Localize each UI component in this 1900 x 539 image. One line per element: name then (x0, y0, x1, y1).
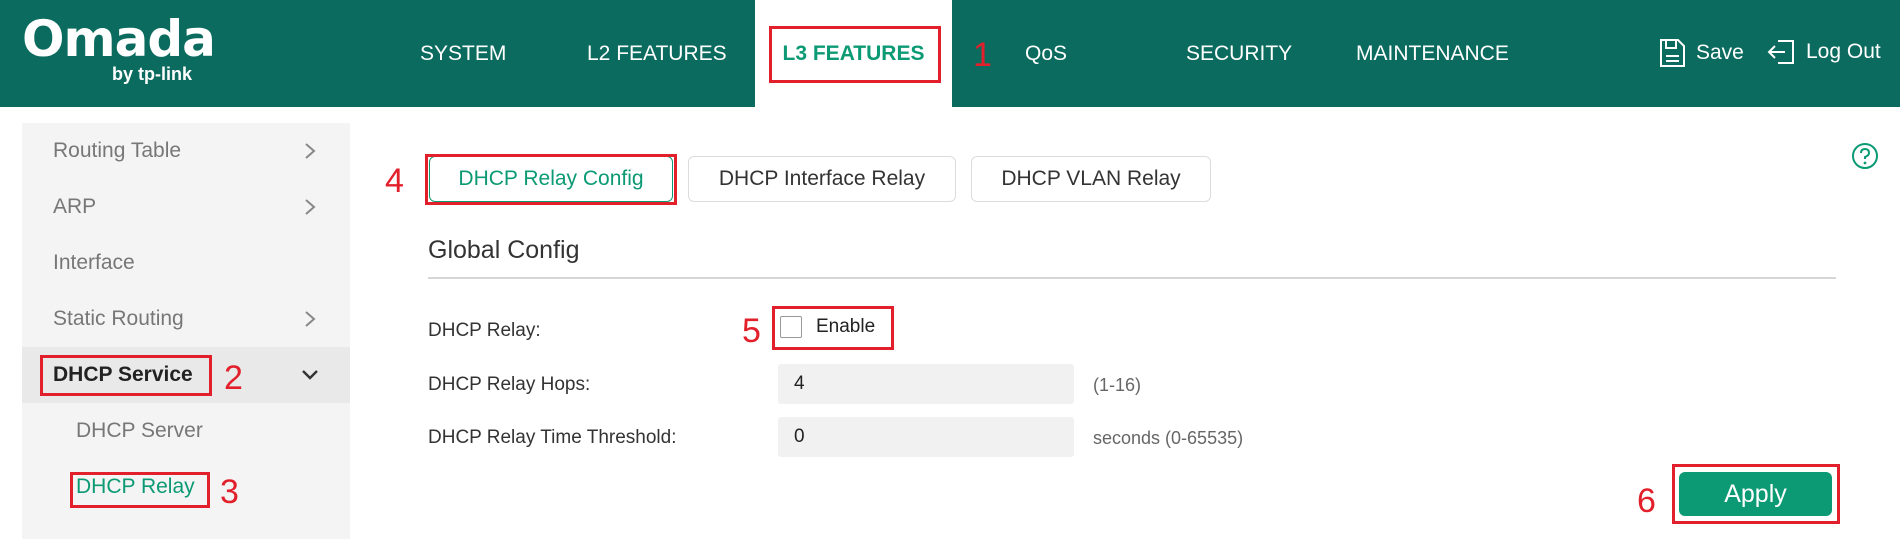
highlight-box-step-2 (40, 355, 212, 396)
step-number-6: 6 (1637, 482, 1656, 520)
sidebar-item-label: ARP (53, 195, 97, 218)
sidebar-item-static-routing[interactable]: Static Routing (22, 291, 350, 347)
highlight-box-step-5 (772, 306, 894, 350)
section-title: Global Config (428, 236, 580, 264)
sidebar-item-interface[interactable]: Interface (22, 235, 350, 291)
nav-system[interactable]: SYSTEM (420, 0, 506, 107)
chevron-right-icon (305, 199, 316, 215)
logo-subtext: by tp-link (112, 64, 192, 84)
relay-time-threshold-label: DHCP Relay Time Threshold: (428, 427, 677, 448)
step-number-1: 1 (973, 36, 992, 74)
relay-time-threshold-input[interactable]: 0 (778, 417, 1074, 457)
sidebar-item-arp[interactable]: ARP (22, 179, 350, 235)
tab-dhcp-interface-relay[interactable]: DHCP Interface Relay (688, 156, 956, 202)
relay-hops-input[interactable]: 4 (778, 364, 1074, 404)
tab-dhcp-vlan-relay[interactable]: DHCP VLAN Relay (971, 156, 1211, 202)
step-number-4: 4 (385, 162, 404, 200)
save-icon (1660, 39, 1685, 67)
chevron-down-icon (302, 370, 318, 380)
highlight-box-step-1 (769, 26, 941, 83)
highlight-box-step-6 (1672, 464, 1840, 524)
logout-label: Log Out (1806, 40, 1881, 63)
sidebar-item-dhcp-server[interactable]: DHCP Server (22, 403, 350, 459)
section-divider (428, 277, 1836, 279)
relay-hops-label: DHCP Relay Hops: (428, 374, 591, 395)
save-label: Save (1696, 41, 1744, 64)
highlight-box-step-4 (425, 154, 677, 205)
step-number-2: 2 (224, 359, 243, 397)
chevron-right-icon (305, 143, 316, 159)
sidebar-item-label: Routing Table (53, 139, 182, 162)
logout-button[interactable]: Log Out (1766, 38, 1881, 66)
relay-time-threshold-hint: seconds (0-65535) (1093, 428, 1244, 448)
relay-hops-hint: (1-16) (1093, 375, 1142, 395)
step-number-5: 5 (742, 312, 761, 350)
step-number-3: 3 (220, 473, 239, 511)
help-icon[interactable] (1851, 142, 1879, 170)
sidebar-item-routing-table[interactable]: Routing Table (22, 123, 350, 179)
sidebar-item-label: Interface (53, 251, 135, 274)
nav-qos[interactable]: QoS (1025, 0, 1067, 107)
logout-icon (1767, 40, 1794, 64)
top-header: Omada by tp-link SYSTEM L2 FEATURES L3 F… (0, 0, 1900, 107)
chevron-right-icon (305, 311, 316, 327)
save-button[interactable]: Save (1658, 38, 1744, 68)
sidebar-item-label: Static Routing (53, 307, 184, 330)
dhcp-relay-label: DHCP Relay: (428, 320, 541, 341)
nav-l2-features[interactable]: L2 FEATURES (587, 0, 727, 107)
nav-security[interactable]: SECURITY (1186, 0, 1292, 107)
sidebar-item-label: DHCP Server (76, 419, 203, 442)
omada-logo: Omada by tp-link (22, 10, 216, 84)
logo-text: Omada (22, 10, 216, 68)
nav-maintenance[interactable]: MAINTENANCE (1356, 0, 1509, 107)
highlight-box-step-3 (70, 472, 210, 508)
